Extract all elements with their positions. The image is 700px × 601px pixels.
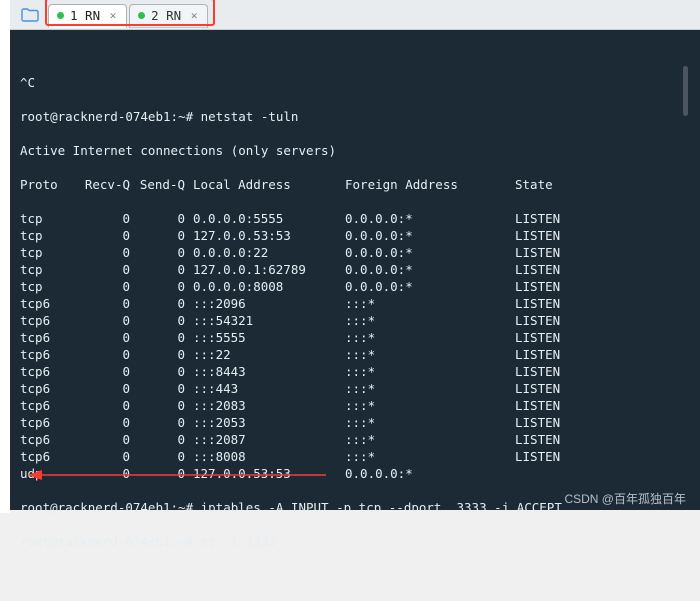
table-row: tcp00127.0.0.53:530.0.0.0:*LISTEN — [20, 227, 690, 244]
close-icon[interactable]: ✕ — [106, 9, 120, 23]
table-row: tcp600:::2096:::*LISTEN — [20, 295, 690, 312]
table-row: tcp600:::54321:::*LISTEN — [20, 312, 690, 329]
terminal-line: Active Internet connections (only server… — [20, 142, 690, 159]
close-icon[interactable]: ✕ — [187, 9, 201, 23]
table-row: tcp000.0.0.0:80080.0.0.0:*LISTEN — [20, 278, 690, 295]
table-header: ProtoRecv-QSend-QLocal AddressForeign Ad… — [20, 176, 690, 193]
tab-1[interactable]: 1 RN ✕ — [48, 4, 127, 28]
status-dot-icon — [138, 12, 145, 19]
table-row: tcp600:::443:::*LISTEN — [20, 380, 690, 397]
table-rows: tcp000.0.0.0:55550.0.0.0:*LISTENtcp00127… — [20, 210, 690, 482]
table-row: tcp000.0.0.0:55550.0.0.0:*LISTEN — [20, 210, 690, 227]
table-row: tcp00127.0.0.1:627890.0.0.0:*LISTEN — [20, 261, 690, 278]
terminal-line: root@racknerd-074eb1:~# netstat -tuln — [20, 108, 690, 125]
table-row: tcp600:::5555:::*LISTEN — [20, 329, 690, 346]
terminal-view[interactable]: ^C root@racknerd-074eb1:~# netstat -tuln… — [10, 30, 700, 510]
left-gutter — [0, 0, 10, 513]
tab-bar: 1 RN ✕ 2 RN ✕ — [10, 0, 700, 30]
table-row: tcp600:::2083:::*LISTEN — [20, 397, 690, 414]
table-row: tcp600:::22:::*LISTEN — [20, 346, 690, 363]
tab-label: 1 RN — [70, 8, 100, 23]
table-row: tcp600:::2053:::*LISTEN — [20, 414, 690, 431]
table-row: tcp600:::8443:::*LISTEN — [20, 363, 690, 380]
tabs-container: 1 RN ✕ 2 RN ✕ — [48, 2, 210, 28]
tab-label: 2 RN — [151, 8, 181, 23]
terminal-line: root@racknerd-074eb1:~# nc -l 3333 — [20, 533, 690, 550]
folder-icon[interactable] — [16, 4, 44, 26]
terminal-line: ^C — [20, 74, 690, 91]
table-row: tcp600:::2087:::*LISTEN — [20, 431, 690, 448]
table-row: tcp600:::8008:::*LISTEN — [20, 448, 690, 465]
scrollbar-thumb[interactable] — [683, 66, 688, 116]
table-row: udp00127.0.0.53:530.0.0.0:* — [20, 465, 690, 482]
tab-2[interactable]: 2 RN ✕ — [129, 4, 208, 28]
status-dot-icon — [57, 12, 64, 19]
table-row: tcp000.0.0.0:220.0.0.0:*LISTEN — [20, 244, 690, 261]
watermark: CSDN @百年孤独百年 — [564, 490, 686, 507]
